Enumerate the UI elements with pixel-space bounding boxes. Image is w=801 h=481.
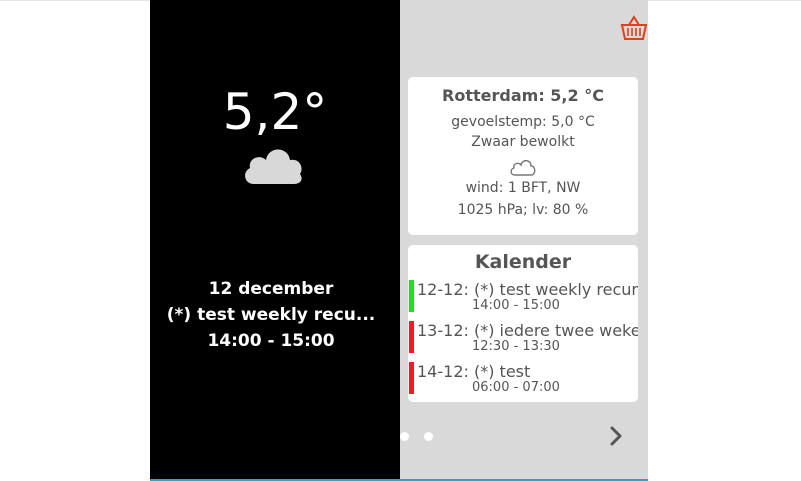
weather-title: Rotterdam: 5,2 °C bbox=[442, 86, 604, 105]
wind: wind: 1 BFT, NW bbox=[465, 180, 581, 196]
basket-icon[interactable] bbox=[620, 14, 648, 42]
event-text: 14-12: (*) test bbox=[417, 362, 531, 381]
current-temperature: 5,2° bbox=[222, 83, 328, 141]
event-time: 06:00 - 07:00 bbox=[472, 380, 560, 395]
event-text: 13-12: (*) iedere twee weken bbox=[417, 321, 638, 340]
pager-dot-2[interactable] bbox=[424, 432, 433, 441]
calendar-card[interactable]: Kalender 12-12: (*) test weekly recurrin… bbox=[408, 245, 638, 402]
next-event-time: 14:00 - 15:00 bbox=[207, 331, 335, 351]
chevron-right-icon[interactable] bbox=[606, 422, 626, 450]
app-frame: 5,2° 12 december (*) test weekly recu...… bbox=[150, 0, 648, 479]
calendar-item[interactable]: 14-12: (*) test 06:00 - 07:00 bbox=[408, 362, 638, 396]
weather-card[interactable]: Rotterdam: 5,2 °C gevoelstemp: 5,0 °C Zw… bbox=[408, 77, 638, 235]
feels-like: gevoelstemp: 5,0 °C bbox=[451, 114, 595, 130]
event-text: 12-12: (*) test weekly recurring bbox=[417, 280, 638, 299]
next-event-title: (*) test weekly recu... bbox=[166, 305, 376, 325]
event-color-bar bbox=[409, 321, 414, 353]
calendar-title: Kalender bbox=[474, 251, 572, 273]
weather-description: Zwaar bewolkt bbox=[471, 134, 575, 150]
pressure-humidity: 1025 hPa; lv: 80 % bbox=[457, 202, 589, 218]
event-time: 14:00 - 15:00 bbox=[472, 298, 560, 313]
event-color-bar bbox=[409, 362, 414, 394]
next-event: 12 december (*) test weekly recu... 14:0… bbox=[150, 276, 392, 354]
event-color-bar bbox=[409, 280, 414, 312]
cloud-icon bbox=[245, 149, 302, 184]
next-event-date: 12 december bbox=[208, 279, 334, 299]
current-weather-panel[interactable]: 5,2° 12 december (*) test weekly recu...… bbox=[150, 0, 400, 479]
cloud-outline-icon bbox=[510, 159, 536, 176]
calendar-item[interactable]: 12-12: (*) test weekly recurring 14:00 -… bbox=[408, 280, 638, 314]
pager-dot-1[interactable] bbox=[400, 432, 409, 441]
event-time: 12:30 - 13:30 bbox=[472, 339, 560, 354]
calendar-item[interactable]: 13-12: (*) iedere twee weken 12:30 - 13:… bbox=[408, 321, 638, 355]
